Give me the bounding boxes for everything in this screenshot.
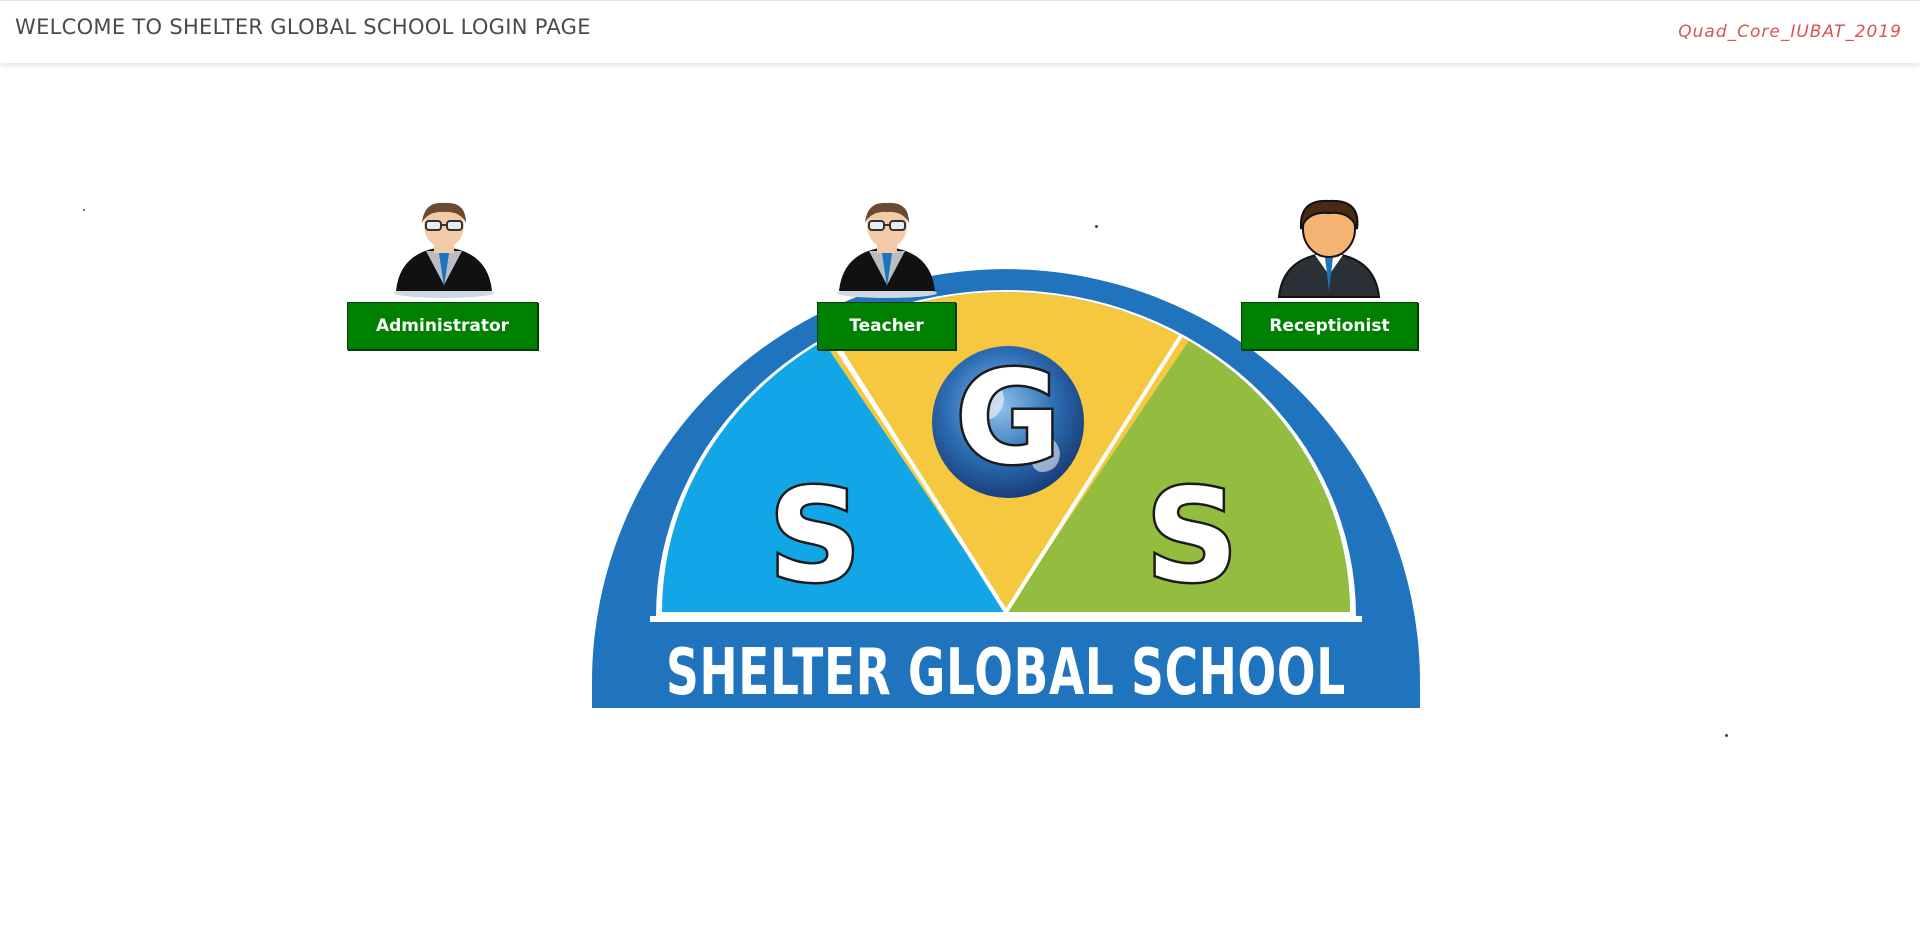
speck xyxy=(1095,225,1098,228)
speck xyxy=(83,209,85,211)
teacher-button[interactable]: Teacher xyxy=(817,302,956,350)
receptionist-avatar-icon xyxy=(1277,199,1381,298)
credit-text: Quad_Core_IUBAT_2019 xyxy=(1678,22,1902,42)
admin-avatar-icon xyxy=(394,202,494,298)
teacher-avatar-icon xyxy=(837,202,937,298)
logo-letter-s-right: S xyxy=(1146,462,1238,611)
logo-school-name: SHELTER GLOBAL SCHOOL xyxy=(666,636,1346,710)
receptionist-button[interactable]: Receptionist xyxy=(1241,302,1418,350)
logo-letter-g: G xyxy=(955,344,1060,493)
speck xyxy=(1725,734,1728,737)
top-navbar: WELCOME TO SHELTER GLOBAL SCHOOL LOGIN P… xyxy=(0,0,1920,63)
administrator-button[interactable]: Administrator xyxy=(347,302,538,350)
logo-letter-s-left: S xyxy=(769,462,861,611)
page-title: WELCOME TO SHELTER GLOBAL SCHOOL LOGIN P… xyxy=(15,15,591,39)
